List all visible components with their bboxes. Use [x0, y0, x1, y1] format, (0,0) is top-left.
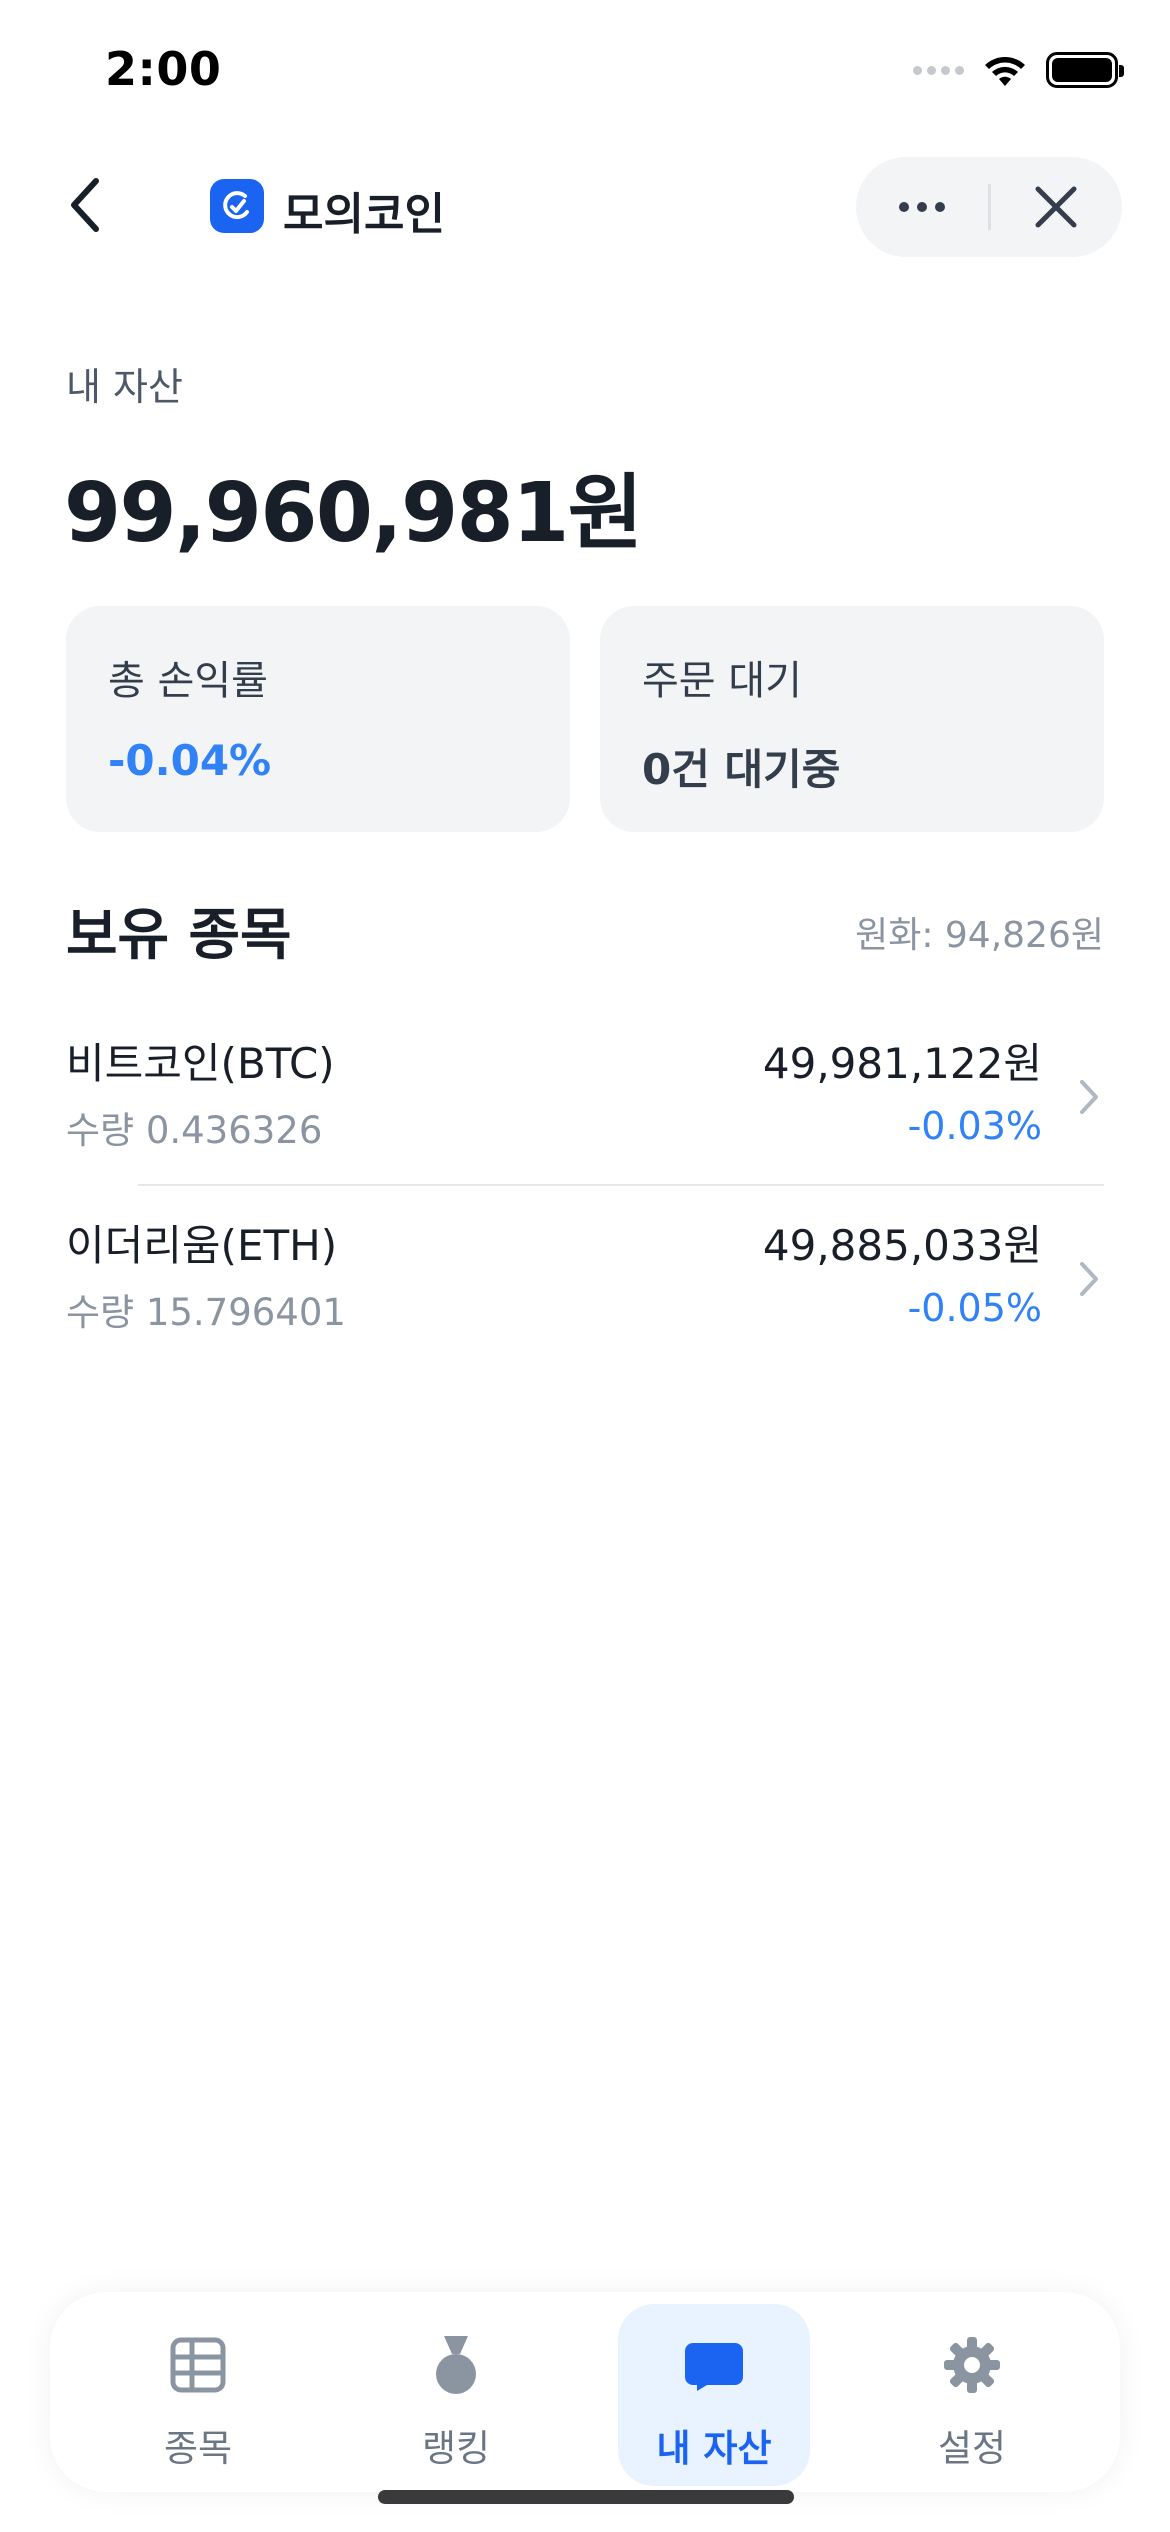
row-divider: [138, 1184, 1104, 1186]
holdings-title: 보유 종목: [66, 903, 292, 968]
app-logo-icon: [210, 179, 264, 233]
tab-label: 랭킹: [421, 2427, 491, 2470]
holding-value: 49,885,033원: [762, 1221, 1042, 1270]
tab-stocks[interactable]: 종목: [102, 2304, 294, 2486]
table-icon: [167, 2334, 229, 2396]
status-time: 2:00: [105, 42, 222, 96]
cellular-signal-icon: [913, 65, 964, 75]
chevron-right-icon: [1074, 1254, 1104, 1304]
home-indicator[interactable]: [378, 2490, 794, 2504]
battery-icon: [1046, 52, 1124, 88]
app-title: 모의코인: [283, 189, 445, 240]
tab-settings[interactable]: 설정: [876, 2304, 1068, 2486]
holding-name: 이더리움(ETH): [66, 1221, 338, 1270]
pending-orders-card[interactable]: 주문 대기 0건 대기중: [600, 606, 1104, 832]
holding-name: 비트코인(BTC): [66, 1039, 335, 1088]
holding-change: -0.03%: [907, 1104, 1042, 1148]
holding-row-btc[interactable]: 비트코인(BTC) 수량 0.436326 49,981,122원 -0.03%: [66, 1010, 1104, 1190]
more-horizontal-icon: [899, 202, 945, 212]
chevron-right-icon: [1074, 1072, 1104, 1122]
close-button[interactable]: [991, 157, 1121, 257]
screen: 2:00 모의코인 내 자산 99,960,981원 총 손익률 -0.04% …: [0, 0, 1170, 2532]
holding-value: 49,981,122원: [762, 1039, 1042, 1088]
medal-icon: [425, 2334, 487, 2396]
status-icons: [913, 52, 1124, 88]
tab-my-assets[interactable]: 내 자산: [618, 2304, 810, 2486]
mini-app-capsule: [856, 157, 1122, 257]
bottom-tab-bar: 종목 랭킹 내 자산 설정: [50, 2292, 1120, 2492]
tab-ranking[interactable]: 랭킹: [360, 2304, 552, 2486]
asset-label: 내 자산: [66, 365, 183, 409]
cash-balance: 원화: 94,826원: [855, 915, 1104, 956]
more-button[interactable]: [856, 157, 988, 257]
close-icon: [1035, 186, 1077, 228]
holding-quantity: 수량 15.796401: [66, 1291, 346, 1334]
holding-quantity: 수량 0.436326: [66, 1109, 323, 1152]
chevron-left-icon: [71, 178, 99, 232]
tab-label: 내 자산: [656, 2427, 772, 2470]
tab-label: 종목: [163, 2427, 233, 2470]
pending-orders-value: 0건 대기중: [642, 745, 841, 794]
holding-row-eth[interactable]: 이더리움(ETH) 수량 15.796401 49,885,033원 -0.05…: [66, 1192, 1104, 1372]
pending-orders-label: 주문 대기: [642, 658, 802, 704]
tab-label: 설정: [937, 2427, 1007, 2470]
gear-icon: [941, 2334, 1003, 2396]
profit-rate-value: -0.04%: [108, 736, 272, 785]
profit-rate-label: 총 손익률: [108, 658, 268, 704]
wifi-icon: [985, 57, 1025, 86]
asset-total: 99,960,981원: [64, 466, 643, 561]
back-button[interactable]: [66, 170, 126, 240]
profit-rate-card: 총 손익률 -0.04%: [66, 606, 570, 832]
wallet-icon: [683, 2334, 745, 2396]
holding-change: -0.05%: [907, 1286, 1042, 1330]
